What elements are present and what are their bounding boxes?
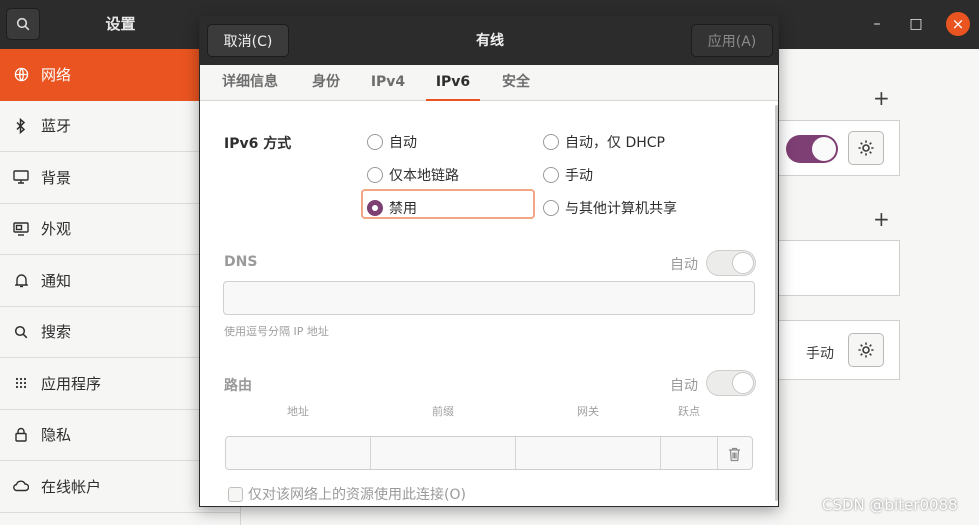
proxy-mode-label: 手动 [806, 346, 834, 362]
route-address-input[interactable] [226, 437, 371, 469]
cloud-icon [13, 480, 29, 492]
close-button[interactable]: × [946, 12, 970, 36]
gear-icon [858, 140, 874, 156]
radio-indicator [367, 134, 383, 150]
radio-label: 自动，仅 DHCP [565, 135, 665, 151]
sidebar-item-label: 搜索 [41, 323, 72, 342]
proxy-settings-button[interactable] [848, 333, 884, 367]
radio-label: 手动 [565, 168, 593, 184]
bluetooth-icon [13, 117, 29, 134]
add-connection-button[interactable]: + [873, 86, 890, 110]
sidebar-item-label: 隐私 [41, 426, 72, 445]
delete-route-button[interactable] [720, 442, 748, 466]
tab-identity[interactable]: 身份 [306, 65, 346, 101]
route-row [225, 436, 753, 470]
maximize-button[interactable]: □ [905, 13, 927, 35]
sidebar-item-label: 蓝牙 [41, 117, 72, 136]
checkbox-label: 仅对该网络上的资源使用此连接(O) [248, 487, 466, 503]
gear-icon [858, 342, 874, 358]
cancel-button[interactable]: 取消(C) [207, 24, 289, 57]
watermark: CSDN @biter0088 [822, 496, 958, 514]
ipv6-tab-content: IPv6 方式 自动 自动，仅 DHCP 仅本地链路 手动 禁用 与其他计算机共… [200, 102, 778, 506]
ipv6-method-label: IPv6 方式 [224, 136, 292, 152]
toggle-knob [732, 252, 754, 274]
radio-label: 仅本地链路 [389, 168, 459, 184]
method-auto-dhcp-radio[interactable]: 自动，仅 DHCP [543, 132, 665, 152]
checkbox-indicator [228, 486, 243, 502]
toggle-knob [732, 372, 754, 394]
background-icon [13, 170, 29, 184]
tab-ipv4[interactable]: IPv4 [366, 65, 410, 101]
route-prefix-input[interactable] [371, 437, 516, 469]
dns-auto-toggle[interactable] [706, 250, 756, 276]
radio-label: 自动 [389, 135, 417, 151]
dialog-scrollbar[interactable] [775, 105, 778, 501]
route-column-prefix: 前缀 [432, 405, 454, 418]
dns-label: DNS [224, 254, 258, 270]
wired-settings-dialog: 取消(C) 有线 应用(A) 详细信息 身份 IPv4 IPv6 安全 IPv6… [199, 16, 779, 507]
toggle-knob [812, 137, 836, 161]
radio-indicator [543, 200, 559, 216]
routes-auto-label: 自动 [670, 378, 698, 394]
wired-toggle[interactable] [786, 135, 838, 163]
sidebar-item-label: 应用程序 [41, 374, 102, 393]
minimize-button[interactable]: – [866, 13, 888, 35]
radio-indicator [543, 134, 559, 150]
search-icon [13, 325, 29, 339]
radio-indicator [367, 167, 383, 183]
tab-security[interactable]: 安全 [496, 65, 536, 101]
trash-icon [728, 447, 740, 461]
route-column-address: 地址 [287, 405, 309, 418]
lock-icon [13, 427, 29, 442]
route-column-gateway: 网关 [577, 405, 599, 418]
dialog-header: 取消(C) 有线 应用(A) [200, 17, 778, 65]
dns-hint: 使用逗号分隔 IP 地址 [224, 325, 329, 338]
bell-icon [13, 273, 29, 288]
apps-grid-icon [13, 377, 29, 389]
method-shared-radio[interactable]: 与其他计算机共享 [543, 198, 677, 218]
method-link-local-radio[interactable]: 仅本地链路 [367, 165, 459, 185]
method-disabled-radio[interactable]: 禁用 [367, 198, 417, 218]
add-vpn-button[interactable]: + [873, 207, 890, 231]
tab-details[interactable]: 详细信息 [214, 65, 286, 101]
radio-indicator [543, 167, 559, 183]
sidebar-item-label: 在线帐户 [41, 477, 102, 496]
method-manual-radio[interactable]: 手动 [543, 165, 593, 185]
routes-auto-toggle[interactable] [706, 370, 756, 396]
sidebar-item-label: 通知 [41, 271, 72, 290]
sidebar-item-label: 背景 [41, 168, 72, 187]
wired-settings-button[interactable] [848, 131, 884, 165]
dns-auto-label: 自动 [670, 257, 698, 273]
dialog-tabs: 详细信息 身份 IPv4 IPv6 安全 [200, 65, 778, 101]
radio-indicator [367, 200, 383, 216]
apply-button[interactable]: 应用(A) [691, 24, 773, 57]
route-gateway-input[interactable] [516, 437, 661, 469]
only-resources-checkbox[interactable]: 仅对该网络上的资源使用此连接(O) [228, 484, 466, 504]
route-metric-input[interactable] [661, 437, 718, 469]
routes-label: 路由 [224, 378, 252, 394]
appearance-icon [13, 222, 29, 236]
vpn-card [779, 240, 900, 296]
sidebar-item-label: 外观 [41, 220, 72, 239]
network-icon [13, 67, 29, 82]
sidebar-item-label: 网络 [41, 66, 72, 85]
tab-ipv6[interactable]: IPv6 [426, 65, 480, 101]
radio-label: 禁用 [389, 201, 417, 217]
dns-input[interactable] [223, 281, 755, 315]
radio-label: 与其他计算机共享 [565, 201, 677, 217]
route-column-metric: 跃点 [678, 405, 700, 418]
method-auto-radio[interactable]: 自动 [367, 132, 417, 152]
